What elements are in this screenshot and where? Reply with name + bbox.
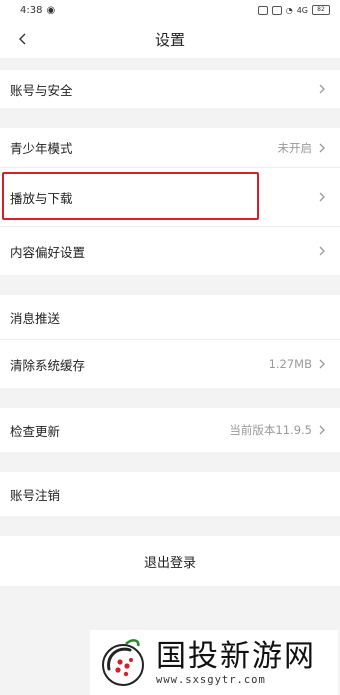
eye-icon: ◉ — [46, 4, 56, 16]
wifi-icon: ◔ — [285, 5, 293, 15]
chevron-right-icon — [319, 84, 325, 94]
divider-gap — [0, 58, 340, 70]
settings-item-label: 账号注销 — [10, 487, 61, 503]
settings-group-system: 消息推送 清除系统缓存 1.27MB — [0, 295, 340, 388]
signal-label: 4G — [296, 5, 308, 15]
settings-item-account-security[interactable]: 账号与安全 — [0, 70, 340, 108]
settings-item-value: 当前版本11.9.5 — [229, 423, 312, 437]
watermark-logo-icon — [102, 638, 144, 686]
settings-item-clear-cache[interactable]: 清除系统缓存 1.27MB — [0, 339, 340, 388]
settings-item-value: 未开启 — [277, 140, 313, 155]
settings-item-label: 检查更新 — [10, 423, 61, 439]
settings-item-notifications[interactable]: 消息推送 — [0, 295, 340, 339]
chevron-right-icon — [319, 425, 325, 435]
divider-gap — [0, 275, 340, 295]
watermark: 国投新游网 www.sxsgytr.com — [90, 630, 338, 695]
settings-group-account: 账号与安全 — [0, 70, 340, 108]
page-title: 设置 — [154, 30, 185, 49]
settings-item-right — [316, 83, 328, 95]
settings-item-teen-mode[interactable]: 青少年模式 未开启 — [0, 128, 340, 167]
settings-item-play-download[interactable]: 播放与下载 — [0, 167, 340, 226]
navigation-bar: 设置 — [0, 20, 340, 58]
chevron-right-icon — [319, 192, 325, 202]
chevron-left-icon — [19, 33, 26, 45]
settings-group-update: 检查更新 当前版本11.9.5 — [0, 408, 340, 452]
watermark-text: 国投新游网 www.sxsgytr.com — [156, 638, 316, 686]
chevron-right-icon — [319, 359, 325, 369]
settings-item-label: 账号与安全 — [10, 82, 73, 98]
settings-item-label: 消息推送 — [10, 310, 61, 326]
watermark-name: 国投新游网 — [156, 638, 316, 674]
settings-item-label: 清除系统缓存 — [10, 357, 86, 373]
settings-item-account-cancellation[interactable]: 账号注销 — [0, 472, 340, 516]
back-button[interactable] — [12, 28, 34, 50]
settings-item-check-update[interactable]: 检查更新 当前版本11.9.5 — [0, 408, 340, 452]
nfc-icon — [257, 5, 268, 15]
mute-icon — [271, 5, 282, 15]
divider-gap — [0, 388, 340, 408]
settings-group-deregister: 账号注销 — [0, 472, 340, 516]
settings-item-label: 青少年模式 — [10, 141, 73, 156]
divider-gap — [0, 516, 340, 536]
settings-item-right — [316, 245, 328, 257]
settings-item-value: 1.27MB — [268, 357, 312, 371]
settings-group-content: 青少年模式 未开启 播放与下载 内容偏好设置 — [0, 128, 340, 275]
status-bar: 4:38 ◉ ◔ 4G 82 — [0, 0, 340, 20]
watermark-url: www.sxsgytr.com — [156, 673, 266, 686]
battery-icon: 82 — [312, 5, 330, 15]
settings-item-right: 当前版本11.9.5 — [229, 422, 328, 438]
settings-item-content-preference[interactable]: 内容偏好设置 — [0, 226, 340, 275]
settings-item-label: 播放与下载 — [10, 190, 73, 206]
settings-item-label: 内容偏好设置 — [10, 244, 86, 260]
settings-item-right — [316, 191, 328, 203]
settings-item-right: 未开启 — [278, 140, 329, 156]
status-left: 4:38 ◉ — [20, 5, 55, 16]
chevron-right-icon — [319, 246, 325, 256]
logout-button[interactable]: 退出登录 — [0, 536, 340, 586]
divider-gap — [0, 452, 340, 472]
status-time: 4:38 — [20, 4, 43, 16]
status-right: ◔ 4G 82 — [257, 5, 330, 15]
divider-gap — [0, 108, 340, 128]
settings-item-right: 1.27MB — [269, 357, 328, 371]
chevron-right-icon — [319, 143, 325, 152]
